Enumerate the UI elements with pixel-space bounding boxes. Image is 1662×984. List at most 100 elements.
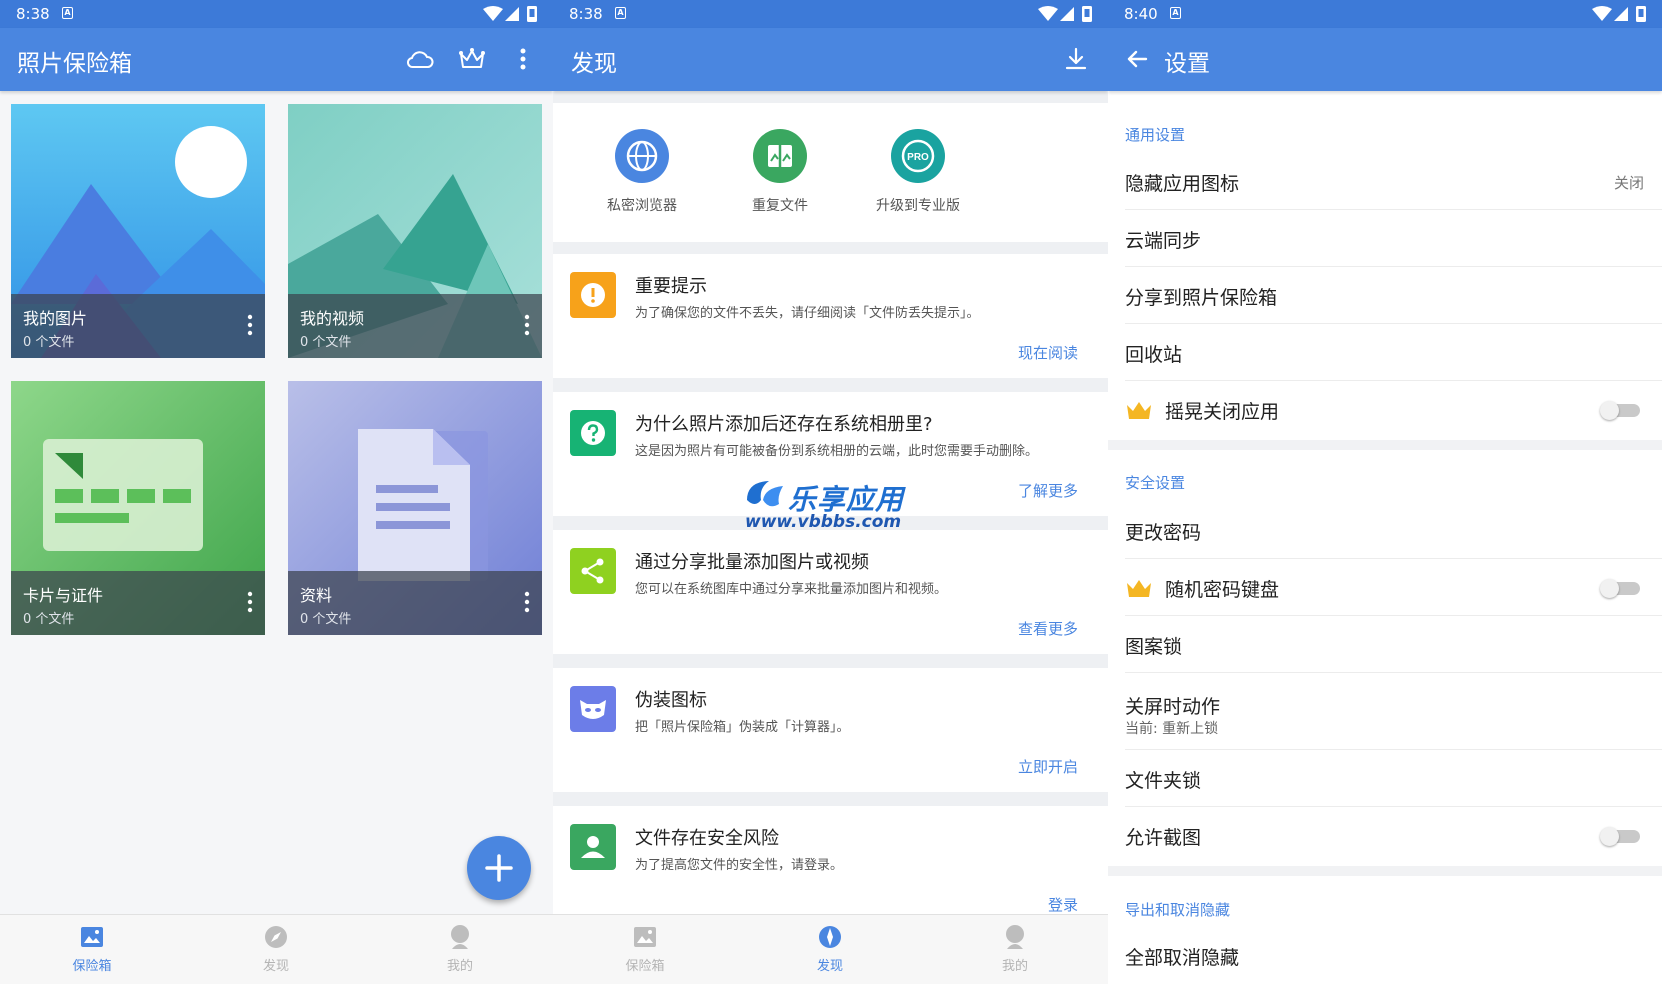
quick-label: 私密浏览器 [607,198,677,214]
album-count: 0 个文件 [23,335,75,350]
setting-label: 文件夹锁 [1125,770,1202,792]
section-header: 导出和取消隐藏 [1125,901,1231,919]
more-vert-icon[interactable] [524,314,530,336]
quick-upgrade-pro[interactable]: PRO 升级到专业版 [853,129,983,215]
setting-shake-to-close[interactable]: 摇晃关闭应用 [1125,382,1662,438]
globe-icon [615,129,669,183]
album-count: 0 个文件 [23,612,75,627]
nav-vault[interactable]: 保险箱 [585,923,705,974]
notification-icon: A [615,7,626,19]
setting-unhide-all[interactable]: 全部取消隐藏 [1125,928,1662,984]
album-tile-photos[interactable]: 我的图片 0 个文件 [11,104,265,358]
more-vert-icon[interactable] [508,44,538,74]
setting-change-password[interactable]: 更改密码 [1125,503,1662,559]
nav-discover[interactable]: 发现 [216,923,336,974]
watermark-url: www.vbbbs.com [745,512,902,532]
more-vert-icon[interactable] [524,591,530,613]
tip-card[interactable]: 重要提示 为了确保您的文件不丢失，请仔细阅读「文件防丢失提示」。 现在阅读 [553,254,1108,378]
more-vert-icon[interactable] [247,314,253,336]
notification-icon: A [1170,7,1181,19]
setting-recycle-bin[interactable]: 回收站 [1125,325,1662,381]
nav-me[interactable]: 我的 [400,923,520,974]
vault-screen: 8:38 A 照片保险箱 我的图片 0 个文件 我的视频 0 个文件 卡片与证件… [0,0,553,984]
tip-card[interactable]: 通过分享批量添加图片或视频 您可以在系统图库中通过分享来批量添加图片和视频。 查… [553,530,1108,654]
setting-value: 关闭 [1613,174,1644,192]
alert-icon [570,272,616,318]
account-icon [570,824,616,870]
image-icon [81,927,103,947]
random-keypad-toggle[interactable] [1600,579,1640,598]
page-title: 设置 [1164,51,1210,77]
album-name: 卡片与证件 [23,586,104,605]
share-icon [570,548,616,594]
album-name: 我的视频 [300,309,365,328]
status-time: 8:38 [16,5,50,23]
nav-label: 我的 [1001,959,1028,974]
setting-pattern-lock[interactable]: 图案锁 [1125,617,1662,673]
tip-action-link[interactable]: 立即开启 [1018,756,1078,777]
tip-action-link[interactable]: 现在阅读 [1018,342,1078,363]
section-header: 通用设置 [1125,126,1186,144]
album-count: 0 个文件 [300,612,352,627]
quick-actions-card: 私密浏览器 重复文件 PRO 升级到专业版 [553,103,1108,242]
pro-badge-icon: PRO [891,129,945,183]
setting-label: 云端同步 [1125,230,1202,252]
setting-screen-off-action[interactable]: 关屏时动作 当前: 重新上锁 [1125,674,1662,750]
album-tile-cards[interactable]: 卡片与证件 0 个文件 [11,381,265,635]
wifi-signal-battery-icon [1038,6,1092,22]
compass-icon [819,926,841,948]
status-bar: 8:38 A [553,0,1108,28]
more-vert-icon[interactable] [247,591,253,613]
tip-description: 为了确保您的文件不丢失，请仔细阅读「文件防丢失提示」。 [635,306,980,321]
shake-toggle[interactable] [1600,401,1640,420]
album-name: 我的图片 [23,309,88,328]
quick-private-browser[interactable]: 私密浏览器 [577,129,707,215]
album-count: 0 个文件 [300,335,352,350]
download-icon[interactable] [1061,44,1091,74]
setting-label: 随机密码键盘 [1165,579,1280,601]
album-tile-videos[interactable]: 我的视频 0 个文件 [288,104,542,358]
album-tile-documents[interactable]: 资料 0 个文件 [288,381,542,635]
setting-cloud-sync[interactable]: 云端同步 [1125,211,1662,267]
tip-title: 为什么照片添加后还存在系统相册里? [635,414,933,435]
nav-me[interactable]: 我的 [955,923,1075,974]
app-bar: 照片保险箱 [0,28,553,91]
quick-duplicate-files[interactable]: 重复文件 [715,129,845,215]
setting-share-to-vault[interactable]: 分享到照片保险箱 [1125,268,1662,324]
setting-label: 允许截图 [1125,827,1202,849]
tip-title: 文件存在安全风险 [635,828,779,849]
setting-allow-screenshot[interactable]: 允许截图 [1125,808,1662,864]
tip-title: 重要提示 [635,276,707,297]
add-button[interactable] [467,836,531,900]
setting-random-keypad[interactable]: 随机密码键盘 [1125,560,1662,616]
tip-card[interactable]: 伪装图标 把「照片保险箱」伪装成「计算器」。 立即开启 [553,668,1108,792]
tip-title: 通过分享批量添加图片或视频 [635,552,869,573]
setting-folder-lock[interactable]: 文件夹锁 [1125,751,1662,807]
wifi-signal-battery-icon [1592,6,1646,22]
setting-label: 摇晃关闭应用 [1165,401,1280,423]
notification-icon: A [62,7,73,19]
setting-label: 回收站 [1125,344,1183,366]
tip-action-link[interactable]: 查看更多 [1018,618,1078,639]
album-caption: 我的视频 0 个文件 [288,294,542,358]
setting-label: 更改密码 [1125,522,1202,544]
pro-badge-text: PRO [907,152,929,163]
nav-vault[interactable]: 保险箱 [32,923,152,974]
watermark-logo-icon [747,481,783,507]
duplicate-icon [753,129,807,183]
setting-label: 隐藏应用图标 [1125,173,1240,195]
setting-subtitle: 当前: 重新上锁 [1125,721,1219,737]
cloud-icon[interactable] [405,44,435,74]
crown-icon [1127,580,1151,597]
back-arrow-icon[interactable] [1122,44,1152,74]
nav-discover[interactable]: 发现 [770,923,890,974]
crown-icon[interactable] [457,44,487,74]
tip-description: 这是因为照片有可能被备份到系统相册的云端，此时您需要手动删除。 [635,444,1039,459]
tip-title: 伪装图标 [635,690,707,711]
tip-action-link[interactable]: 了解更多 [1018,480,1078,501]
tip-card[interactable]: 文件存在安全风险 为了提高您文件的安全性，请登录。 登录 [553,806,1108,930]
setting-hide-app-icon[interactable]: 隐藏应用图标 关闭 [1125,154,1662,210]
app-bar: 发现 [553,28,1108,91]
screenshot-toggle[interactable] [1600,827,1640,846]
tip-action-link[interactable]: 登录 [1048,894,1078,915]
